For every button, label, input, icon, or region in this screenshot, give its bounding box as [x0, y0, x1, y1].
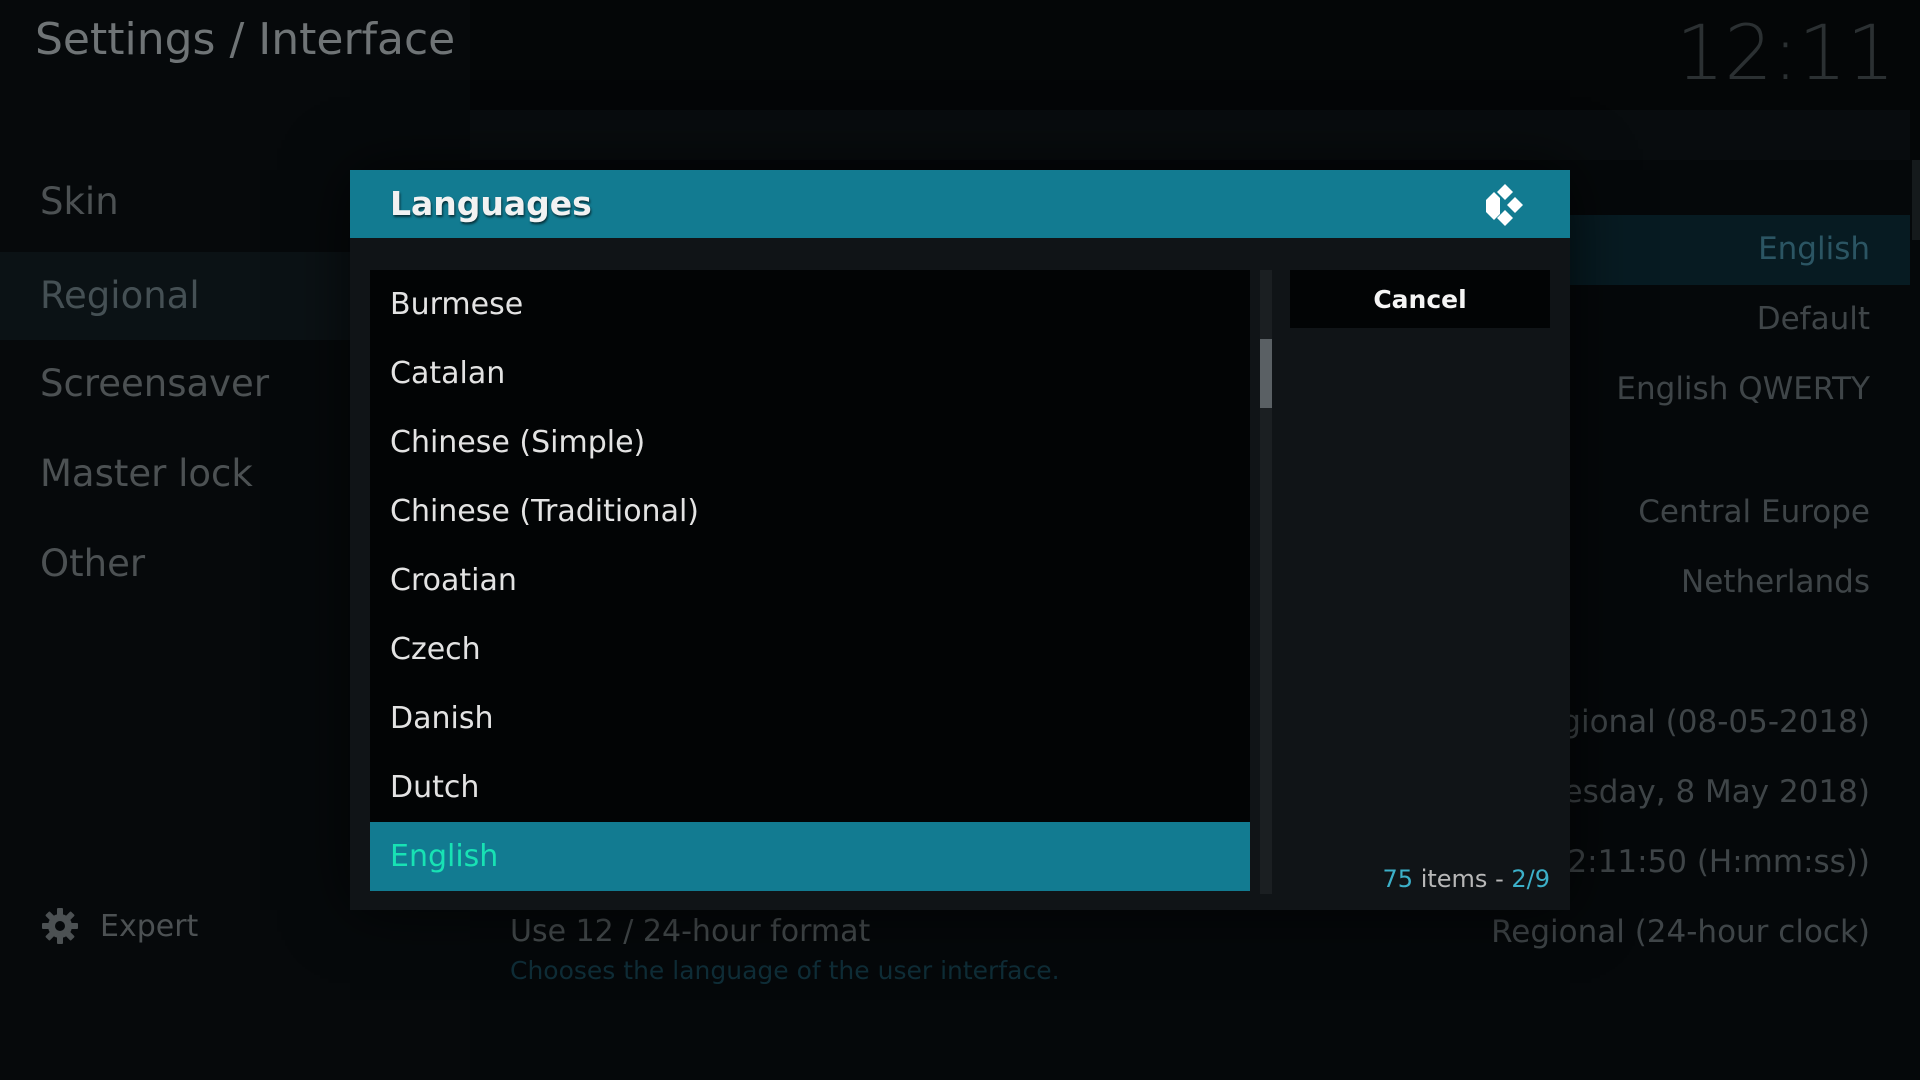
- setting-value: Default: [1756, 301, 1870, 337]
- settings-level-button[interactable]: Expert: [40, 904, 198, 948]
- scrollbar-thumb[interactable]: [1260, 339, 1272, 408]
- list-item[interactable]: Chinese (Simple): [370, 408, 1250, 477]
- list-item[interactable]: Catalan: [370, 339, 1250, 408]
- settings-scrollbar[interactable]: [1912, 160, 1920, 240]
- settings-group-header: [470, 110, 1910, 160]
- sidebar-item-screensaver[interactable]: Screensaver: [40, 362, 269, 405]
- list-item[interactable]: Croatian: [370, 546, 1250, 615]
- setting-value: Regional (24-hour clock): [1491, 914, 1870, 950]
- sidebar-item-master-lock[interactable]: Master lock: [40, 452, 253, 495]
- expert-label: Expert: [100, 908, 199, 944]
- sidebar-item-skin[interactable]: Skin: [40, 180, 119, 223]
- gear-icon: [42, 908, 78, 944]
- count-separator: -: [1495, 865, 1504, 893]
- setting-value: English QWERTY: [1616, 371, 1870, 407]
- dialog-header: Languages: [350, 170, 1570, 238]
- list-item[interactable]: Danish: [370, 684, 1250, 753]
- setting-description: Chooses the language of the user interfa…: [510, 956, 1060, 985]
- list-item[interactable]: Burmese: [370, 270, 1250, 339]
- cancel-button[interactable]: Cancel: [1290, 270, 1550, 328]
- list-scrollbar[interactable]: [1260, 270, 1272, 894]
- list-item-selected[interactable]: English: [370, 822, 1250, 891]
- kodi-logo-icon: [1486, 184, 1523, 226]
- sidebar-item-other[interactable]: Other: [40, 542, 145, 585]
- setting-value: English: [1758, 231, 1870, 267]
- breadcrumb: Settings / Interface: [35, 14, 456, 65]
- setting-value: Central Europe: [1638, 494, 1870, 530]
- dialog-title: Languages: [390, 184, 592, 223]
- items-word: items: [1420, 865, 1488, 893]
- language-list: Burmese Catalan Chinese (Simple) Chinese…: [370, 270, 1250, 891]
- setting-value: Netherlands: [1681, 564, 1870, 600]
- list-item[interactable]: Dutch: [370, 753, 1250, 822]
- list-item[interactable]: Chinese (Traditional): [370, 477, 1250, 546]
- setting-value: Regional (08-05-2018): [1522, 704, 1870, 740]
- languages-dialog: Languages Burmese Catalan Chinese (Simpl…: [350, 170, 1570, 910]
- item-count: 75 items - 2/9: [1383, 865, 1551, 893]
- clock: 12:11: [1675, 8, 1895, 97]
- setting-label: Use 12 / 24-hour format: [510, 914, 871, 949]
- list-item[interactable]: Czech: [370, 615, 1250, 684]
- item-total: 75: [1382, 865, 1414, 893]
- page-indicator: 2/9: [1511, 865, 1550, 893]
